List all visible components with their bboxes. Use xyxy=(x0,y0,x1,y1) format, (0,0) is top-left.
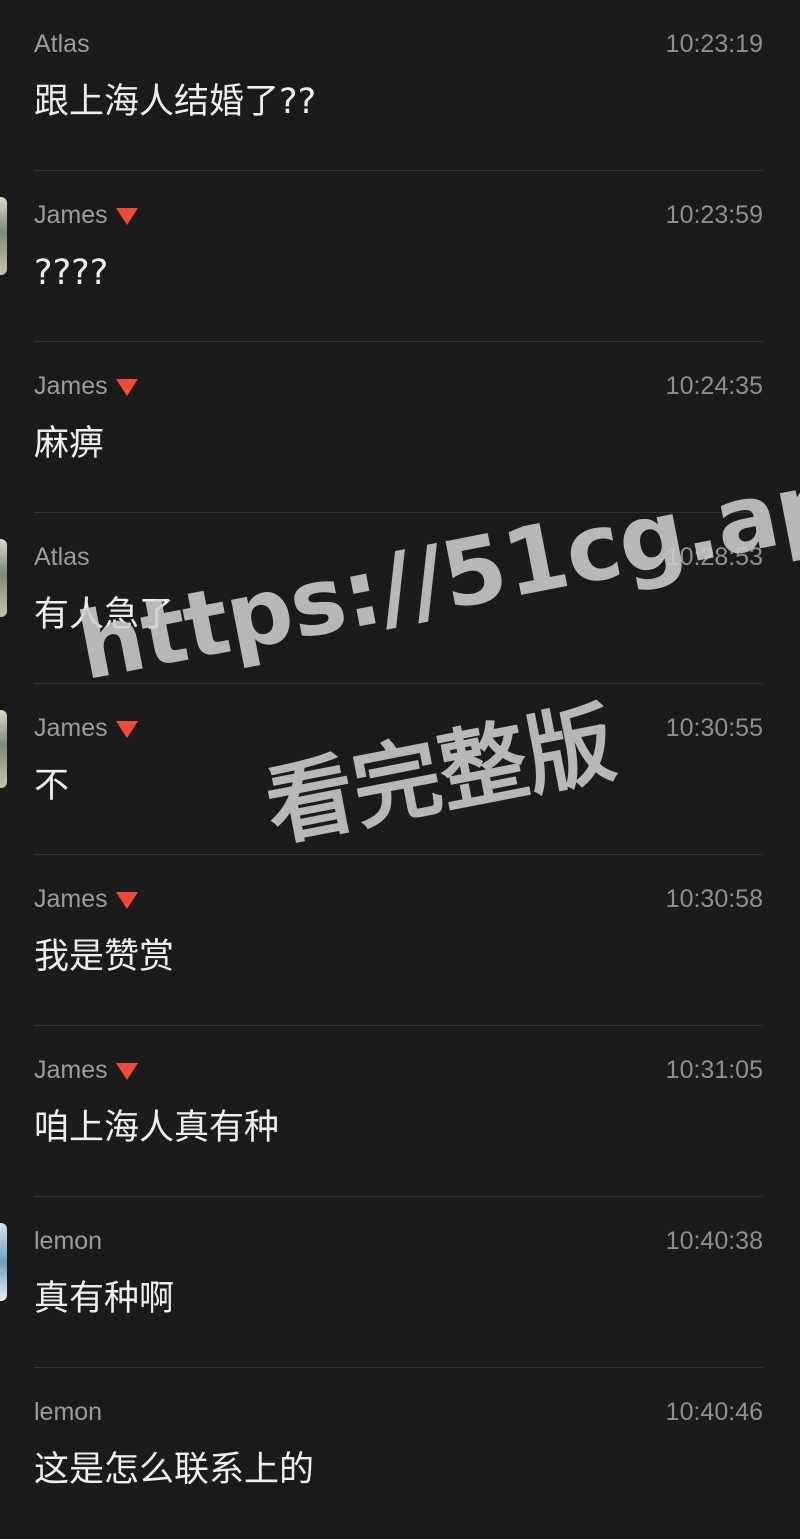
message-timestamp: 10:30:58 xyxy=(665,885,763,913)
message-item[interactable]: James 10:31:05 咱上海人真有种 xyxy=(0,1026,800,1197)
message-timestamp: 10:40:46 xyxy=(665,1398,763,1426)
avatar[interactable] xyxy=(0,197,7,275)
sender-name[interactable]: James xyxy=(34,1056,108,1085)
message-text: 我是赞赏 xyxy=(34,937,175,977)
message-item[interactable]: James 10:30:55 不 xyxy=(0,684,800,855)
avatar[interactable] xyxy=(0,1223,7,1301)
message-item[interactable]: lemon 10:40:46 这是怎么联系上的 xyxy=(0,1368,800,1539)
message-timestamp: 10:28:53 xyxy=(665,543,763,571)
message-text: 有人急了 xyxy=(34,595,175,635)
message-timestamp: 10:31:05 xyxy=(665,1056,763,1084)
message-header: James xyxy=(34,368,138,404)
sender-name[interactable]: lemon xyxy=(34,1398,102,1427)
message-header: Atlas xyxy=(34,26,90,62)
message-header: James xyxy=(34,197,138,233)
message-item[interactable]: Atlas 10:23:19 跟上海人结婚了?? xyxy=(0,0,800,171)
message-timestamp: 10:40:38 xyxy=(665,1227,763,1255)
red-triangle-badge-icon xyxy=(115,208,138,225)
red-triangle-badge-icon xyxy=(115,721,138,738)
message-text: 不 xyxy=(34,766,70,806)
red-triangle-badge-icon xyxy=(115,1063,138,1080)
message-timestamp: 10:23:59 xyxy=(665,201,763,229)
sender-name[interactable]: James xyxy=(34,372,108,401)
avatar[interactable] xyxy=(0,710,7,788)
chat-message-list[interactable]: Atlas 10:23:19 跟上海人结婚了?? James 10:23:59 … xyxy=(0,0,800,1528)
sender-name[interactable]: James xyxy=(34,714,108,743)
message-item[interactable]: James 10:24:35 麻痹 xyxy=(0,342,800,513)
message-text: 麻痹 xyxy=(34,424,105,464)
message-item[interactable]: lemon 10:40:38 真有种啊 xyxy=(0,1197,800,1368)
message-header: James xyxy=(34,710,138,746)
message-header: lemon xyxy=(34,1394,102,1430)
message-header: James xyxy=(34,1052,138,1088)
sender-name[interactable]: Atlas xyxy=(34,30,90,59)
message-header: Atlas xyxy=(34,539,90,575)
red-triangle-badge-icon xyxy=(115,892,138,909)
message-timestamp: 10:24:35 xyxy=(665,372,763,400)
message-item[interactable]: Atlas 10:28:53 有人急了 xyxy=(0,513,800,684)
sender-name[interactable]: James xyxy=(34,885,108,914)
sender-name[interactable]: Atlas xyxy=(34,543,90,572)
message-header: James xyxy=(34,881,138,917)
message-text: 跟上海人结婚了?? xyxy=(34,82,317,122)
sender-name[interactable]: lemon xyxy=(34,1227,102,1256)
message-timestamp: 10:30:55 xyxy=(665,714,763,742)
message-text: ???? xyxy=(34,253,109,293)
message-item[interactable]: James 10:23:59 ???? xyxy=(0,171,800,342)
red-triangle-badge-icon xyxy=(115,379,138,396)
message-item[interactable]: James 10:30:58 我是赞赏 xyxy=(0,855,800,1026)
avatar[interactable] xyxy=(0,539,7,617)
message-text: 真有种啊 xyxy=(34,1279,175,1319)
message-text: 咱上海人真有种 xyxy=(34,1108,280,1148)
sender-name[interactable]: James xyxy=(34,201,108,230)
message-header: lemon xyxy=(34,1223,102,1259)
message-timestamp: 10:23:19 xyxy=(665,30,763,58)
message-text: 这是怎么联系上的 xyxy=(34,1450,315,1490)
